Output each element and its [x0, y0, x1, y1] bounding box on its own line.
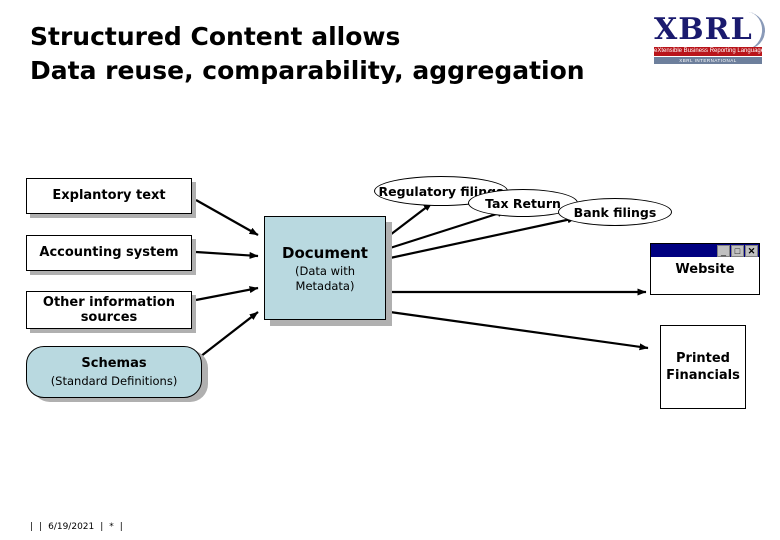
maximize-icon[interactable]: □ — [731, 244, 744, 257]
logo-swoosh-icon — [729, 9, 768, 53]
window-buttons: _ □ ✕ — [717, 244, 758, 257]
box-other-information-sources-label: Other information sources — [42, 295, 176, 325]
xbrl-logo: XBRL eXtensible Business Reporting Langu… — [654, 9, 768, 68]
box-explantory-text[interactable]: Explantory text — [26, 178, 192, 214]
page-title: Structured Content allows Data reuse, co… — [30, 20, 650, 88]
box-document-title: Document — [282, 244, 368, 262]
title-line-2: Data reuse, comparability, aggregation — [30, 56, 585, 85]
box-accounting-system-label: Accounting system — [39, 245, 179, 260]
printed-financials-line2: Financials — [666, 368, 740, 383]
window-website[interactable]: _ □ ✕ Website — [650, 243, 760, 295]
box-explantory-text-label: Explantory text — [52, 188, 166, 203]
footer-date: 6/19/2021 — [48, 522, 95, 532]
box-document-sub2: Metadata) — [295, 279, 355, 293]
box-schemas-title: Schemas — [81, 356, 147, 371]
logo-subbar-text: XBRL INTERNATIONAL — [679, 58, 737, 63]
logo-subbar: XBRL INTERNATIONAL — [654, 57, 762, 64]
slide-canvas: Structured Content allows Data reuse, co… — [0, 0, 780, 540]
footer-sep-3: | — [119, 522, 123, 532]
window-website-label: Website — [675, 262, 735, 277]
ellipse-tax-return-label: Tax Return — [485, 195, 561, 211]
box-document[interactable]: Document (Data with Metadata) — [264, 216, 386, 320]
box-accounting-system[interactable]: Accounting system — [26, 235, 192, 271]
box-schemas[interactable]: Schemas (Standard Definitions) — [26, 346, 202, 398]
box-other-information-sources[interactable]: Other information sources — [26, 291, 192, 329]
footer-sep-2: | — [100, 522, 104, 532]
box-printed-financials[interactable]: Printed Financials — [660, 325, 746, 409]
footer-sep-1: | — [39, 522, 43, 532]
footer-page-number: * — [109, 522, 114, 532]
box-document-sub1: (Data with — [295, 264, 355, 278]
printed-financials-line1: Printed — [676, 351, 730, 366]
logo-tagline: eXtensible Business Reporting Language — [654, 47, 765, 56]
close-icon[interactable]: ✕ — [745, 244, 758, 257]
minimize-icon[interactable]: _ — [717, 244, 730, 257]
ellipse-bank-filings-label: Bank filings — [573, 204, 657, 220]
slide-footer: | | 6/19/2021 | * | — [30, 522, 123, 532]
box-schemas-subtitle: (Standard Definitions) — [50, 374, 178, 388]
ellipse-bank-filings[interactable]: Bank filings — [558, 198, 672, 226]
window-titlebar: _ □ ✕ — [651, 244, 759, 257]
footer-sep-0: | — [30, 522, 34, 532]
title-line-1: Structured Content allows — [30, 22, 401, 51]
